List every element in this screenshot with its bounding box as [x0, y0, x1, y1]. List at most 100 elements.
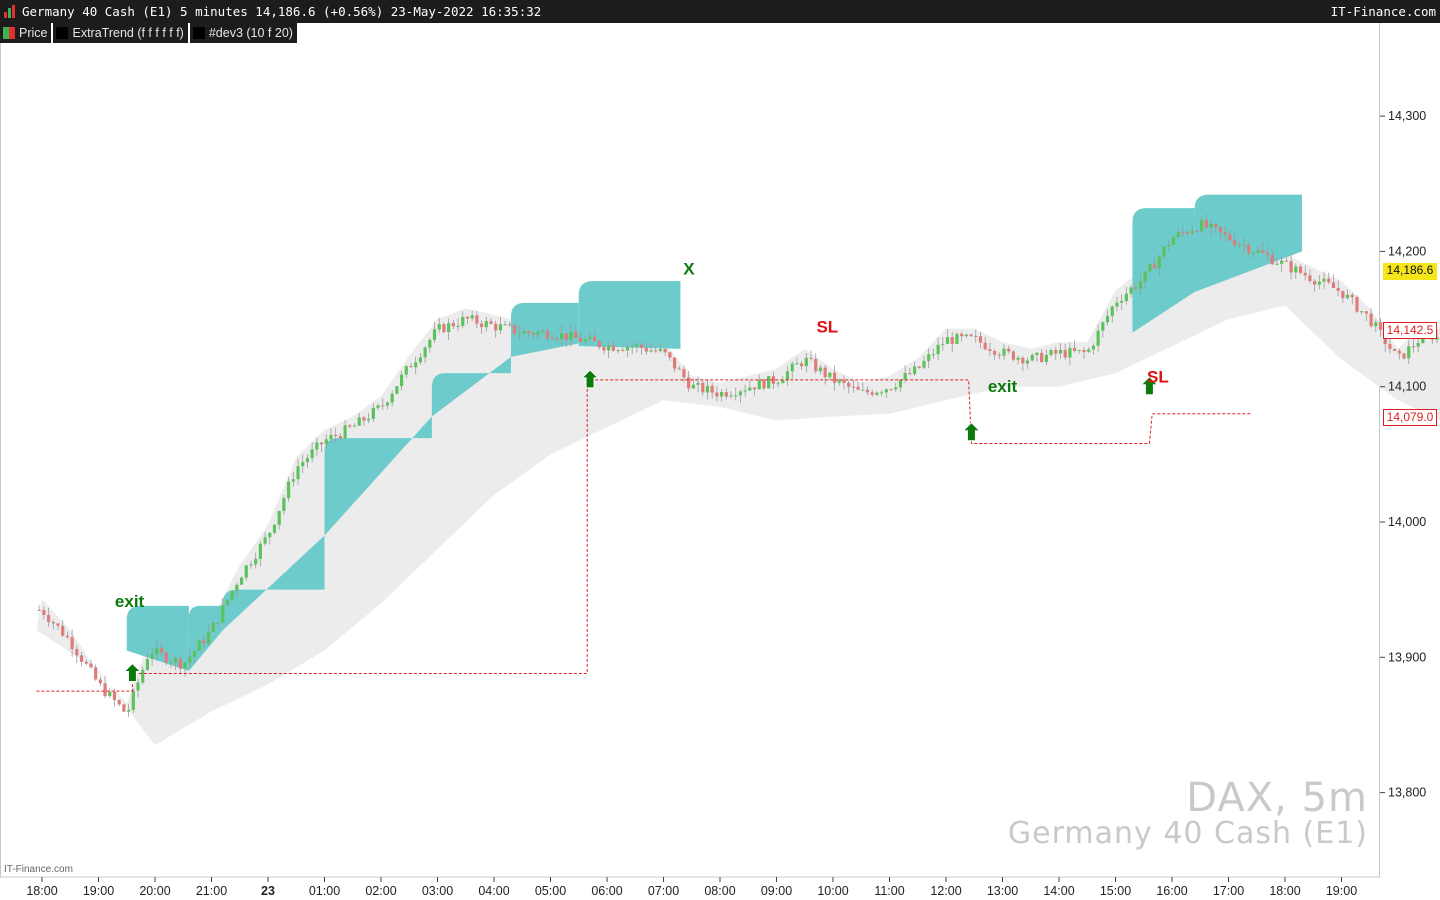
- candle-body: [183, 662, 187, 669]
- x-tick-label: 02:00: [365, 884, 396, 898]
- candle-body: [503, 324, 507, 326]
- candle-body: [814, 358, 818, 372]
- signal-label: X: [683, 259, 695, 278]
- candle-body: [334, 434, 338, 437]
- candle-body: [310, 449, 314, 459]
- candle-body: [456, 325, 460, 327]
- candle-body: [602, 347, 606, 351]
- candle-body: [861, 389, 865, 391]
- candle-body: [964, 334, 968, 337]
- candle-body: [583, 339, 587, 342]
- candle-body: [1218, 227, 1223, 233]
- x-tick-label: 04:00: [478, 884, 509, 898]
- candle-body: [42, 610, 46, 615]
- y-axis: 13,800 13,900 14,000 14,100 14,200 14,300: [1380, 109, 1426, 800]
- candle-body: [239, 577, 244, 585]
- candle-body: [65, 635, 70, 638]
- candle-body: [1021, 357, 1025, 364]
- y-tick-label: 13,900: [1388, 650, 1426, 664]
- title-bar: Germany 40 Cash (E1) 5 minutes 14,186.6 …: [0, 0, 1440, 23]
- candle-body: [701, 382, 705, 393]
- extratrend-swatch-icon: [56, 27, 69, 39]
- candle-body: [1242, 244, 1246, 246]
- candle-body: [1261, 250, 1265, 253]
- dev3-swatch-icon: [192, 27, 205, 39]
- candle-body: [1011, 351, 1016, 360]
- candle-body: [828, 372, 832, 378]
- candle-body: [414, 362, 418, 368]
- candle-body: [847, 382, 851, 387]
- candle-body: [588, 336, 592, 340]
- chart-title: Germany 40 Cash (E1) 5 minutes 14,186.6 …: [22, 4, 542, 19]
- candle-body: [1016, 357, 1020, 360]
- candle-body: [61, 625, 65, 636]
- candle-body: [762, 379, 766, 389]
- candle-body: [649, 350, 653, 352]
- candle-body: [489, 321, 493, 324]
- candle-body: [889, 389, 893, 391]
- x-tick-label: 01:00: [309, 884, 340, 898]
- candle-body: [592, 336, 597, 342]
- candle-body: [1082, 349, 1086, 352]
- brand-link[interactable]: IT-Finance.com: [1331, 0, 1436, 23]
- candle-body: [1280, 260, 1284, 264]
- candle-body: [1105, 315, 1110, 323]
- candle-body: [997, 354, 1001, 356]
- candle-body: [1270, 255, 1274, 265]
- candle-body: [301, 462, 305, 467]
- candle-body: [795, 363, 799, 365]
- candle-body: [268, 532, 272, 538]
- legend-item-extratrend[interactable]: ExtraTrend (f f f f f f): [53, 23, 188, 43]
- candle-body: [1030, 355, 1034, 361]
- candle-body: [362, 417, 366, 421]
- price-swatch-icon: [3, 27, 15, 39]
- legend-item-dev3[interactable]: #dev3 (10 f 20): [189, 23, 297, 43]
- candle-body: [1303, 272, 1307, 276]
- candle-body: [677, 368, 681, 370]
- candle-body: [1025, 360, 1030, 364]
- candle-body: [1407, 346, 1411, 359]
- candle-body: [1068, 347, 1072, 358]
- candle-body: [804, 357, 808, 367]
- watermark-name: Germany 40 Cash (E1): [1007, 816, 1368, 851]
- candle-body: [1087, 349, 1091, 352]
- candle-body: [555, 338, 559, 340]
- x-tick-label: 19:00: [1326, 884, 1357, 898]
- candle-body: [230, 590, 234, 600]
- candle-body: [1181, 231, 1185, 233]
- candle-body: [559, 333, 564, 339]
- candle-body: [531, 333, 535, 335]
- candle-body: [983, 342, 987, 350]
- candle-body: [1327, 278, 1331, 283]
- candle-body: [536, 331, 540, 335]
- candle-body: [409, 366, 413, 368]
- candle-body: [395, 386, 399, 394]
- candle-body: [216, 622, 220, 624]
- candle-body: [1058, 349, 1063, 354]
- x-tick-label: 08:00: [704, 884, 735, 898]
- lower-band: [36, 213, 1440, 746]
- candle-body: [1247, 245, 1251, 254]
- candle-body: [258, 543, 262, 559]
- candle-body: [1204, 219, 1208, 228]
- candle-body: [1195, 230, 1199, 232]
- candle-body: [319, 442, 324, 445]
- candle-body: [1313, 280, 1317, 285]
- price-chart[interactable]: exit X SL exit SL 13,800 13,900 14,000 14,100 14…: [0, 0, 1440, 900]
- candle-body: [277, 510, 281, 525]
- candle-body: [644, 348, 648, 352]
- x-axis: 18:00 19:00 20:00 21:00 23 01:00 02:00 03:00 04:…: [0, 876, 1380, 898]
- y-tick-label: 14,200: [1388, 244, 1426, 258]
- candle-body: [1190, 230, 1194, 234]
- legend-item-price[interactable]: Price: [0, 23, 52, 43]
- candle-body: [192, 650, 197, 657]
- candle-body: [978, 336, 983, 343]
- candle-body: [687, 377, 691, 389]
- x-tick-label: 07:00: [648, 884, 679, 898]
- candle-body: [1256, 250, 1260, 253]
- candle-body: [1171, 237, 1176, 245]
- candle-body: [442, 324, 446, 333]
- candle-body: [512, 325, 517, 334]
- candle-body: [809, 357, 813, 359]
- candle-body: [1237, 244, 1241, 246]
